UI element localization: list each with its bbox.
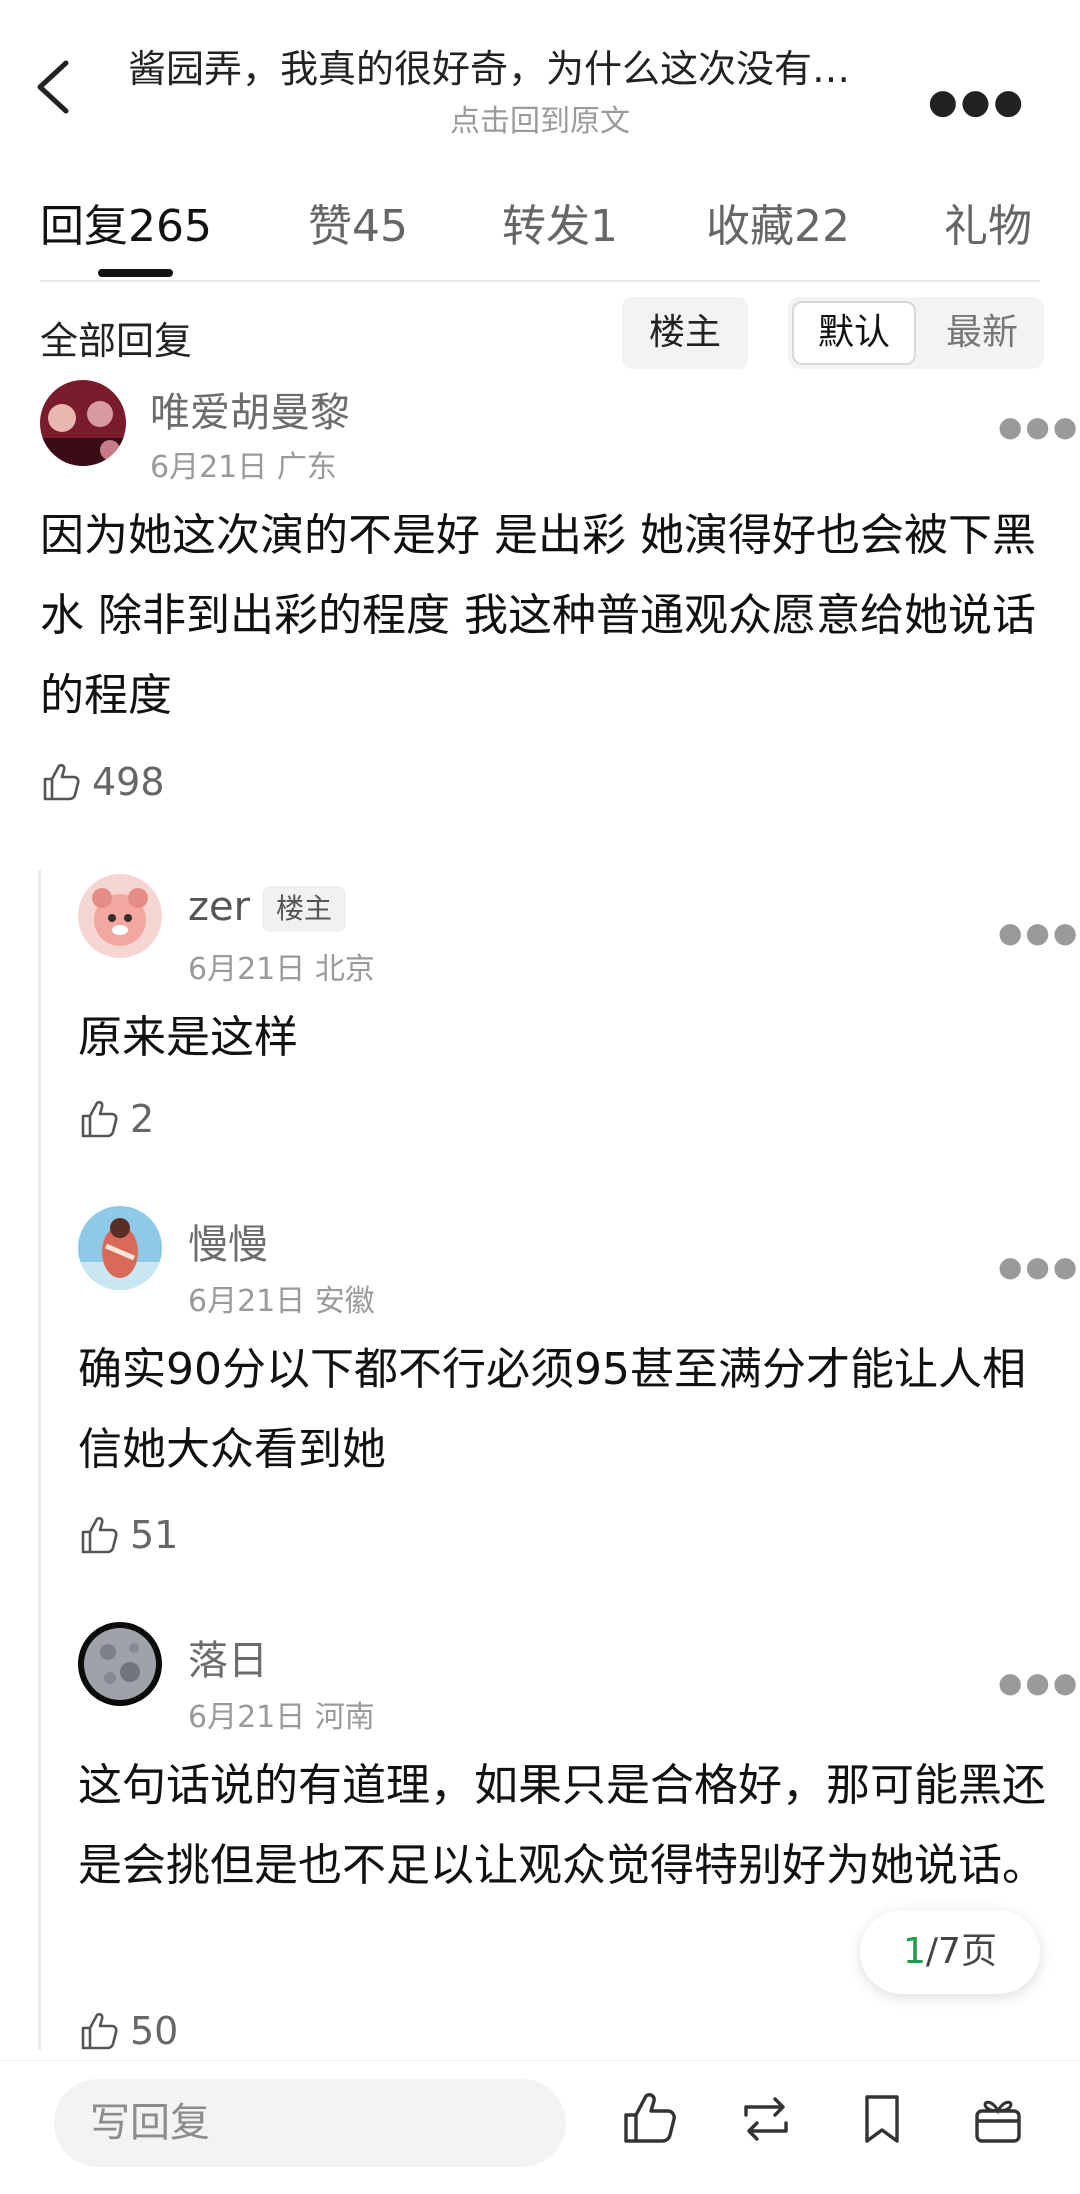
reply-more-icon[interactable]: ●●● <box>998 1250 1080 1283</box>
gift-icon[interactable] <box>968 2089 1028 2149</box>
op-only-filter-button[interactable]: 楼主 <box>622 297 748 369</box>
like-button[interactable]: 50 <box>78 2006 178 2056</box>
top-bar: 酱园弄，我真的很好奇，为什么这次没有… 点击回到原文 ●●● <box>0 0 1080 150</box>
all-replies-label: 全部回复 <box>40 319 193 363</box>
sort-toggle: 默认 最新 <box>788 297 1044 369</box>
reply-meta: 6月21日 北京 <box>188 952 375 987</box>
reply-input[interactable]: 写回复 <box>54 2079 566 2167</box>
tab-replies[interactable]: 回复265 <box>40 190 212 254</box>
avatar[interactable] <box>40 380 126 466</box>
thumbs-up-icon <box>81 2012 118 2050</box>
reply-thread-line <box>38 870 41 2050</box>
op-badge: 楼主 <box>262 886 347 932</box>
tab-favorites[interactable]: 收藏22 <box>706 190 850 254</box>
reply-meta: 6月21日 安徽 <box>188 1284 375 1319</box>
avatar[interactable] <box>78 1622 162 1706</box>
tab-gifts[interactable]: 礼物 <box>944 190 1032 254</box>
reply-more-icon[interactable]: ●●● <box>998 916 1080 949</box>
tab-bar: 回复265 赞45 转发1 收藏22 礼物 <box>0 190 1080 280</box>
comment-more-icon[interactable]: ●●● <box>998 410 1080 443</box>
bookmark-icon[interactable] <box>852 2089 912 2149</box>
like-count: 498 <box>92 760 165 804</box>
bottom-action-bar: 写回复 <box>0 2060 1080 2194</box>
post-title[interactable]: 酱园弄，我真的很好奇，为什么这次没有… <box>128 38 928 93</box>
reply-meta: 6月21日 河南 <box>188 1700 375 1735</box>
active-tab-indicator <box>98 269 173 277</box>
like-count: 2 <box>130 1097 155 1141</box>
thumbs-up-icon <box>81 1100 118 1138</box>
repost-icon[interactable] <box>736 2089 796 2149</box>
reply-text: 原来是这样 <box>78 1012 298 1063</box>
comment-meta: 6月21日 广东 <box>150 450 337 485</box>
reply-text: 这句话说的有道理，如果只是合格好，那可能黑还是会挑但是也不足以让观众觉得特别好为… <box>78 1760 1046 1891</box>
tab-likes[interactable]: 赞45 <box>308 190 408 254</box>
thumbs-up-icon <box>81 1516 118 1554</box>
comment-text: 因为她这次演的不是好 是出彩 她演得好也会被下黑水 除非到出彩的程度 我这种普通… <box>40 510 1036 721</box>
page-indicator[interactable]: 1/7页 <box>860 1910 1040 1994</box>
thumbs-up-icon[interactable] <box>620 2089 680 2149</box>
like-button[interactable]: 498 <box>40 757 165 807</box>
like-count: 51 <box>130 1513 179 1557</box>
reply-username[interactable]: 落日 <box>188 1628 268 1686</box>
thumbs-up-icon <box>43 763 80 801</box>
sort-default-button[interactable]: 默认 <box>792 301 916 365</box>
avatar[interactable] <box>78 1206 162 1290</box>
back-to-original-link[interactable]: 点击回到原文 <box>0 96 1080 140</box>
reply-text: 确实90分以下都不行必须95甚至满分才能让人相信她大众看到她 <box>78 1344 1026 1475</box>
divider <box>40 280 1040 282</box>
tab-reposts[interactable]: 转发1 <box>502 190 618 254</box>
like-count: 50 <box>130 2009 179 2053</box>
reply-more-icon[interactable]: ●●● <box>998 1666 1080 1699</box>
more-options-icon[interactable]: ●●● <box>928 82 1026 122</box>
reply-username[interactable]: 慢慢 <box>188 1212 268 1270</box>
comment-username[interactable]: 唯爱胡曼黎 <box>150 380 350 438</box>
reply-username[interactable]: zer <box>188 884 250 930</box>
sort-latest-button[interactable]: 最新 <box>926 301 1038 365</box>
like-button[interactable]: 51 <box>78 1510 178 1560</box>
like-button[interactable]: 2 <box>78 1094 154 1144</box>
avatar[interactable] <box>78 874 162 958</box>
